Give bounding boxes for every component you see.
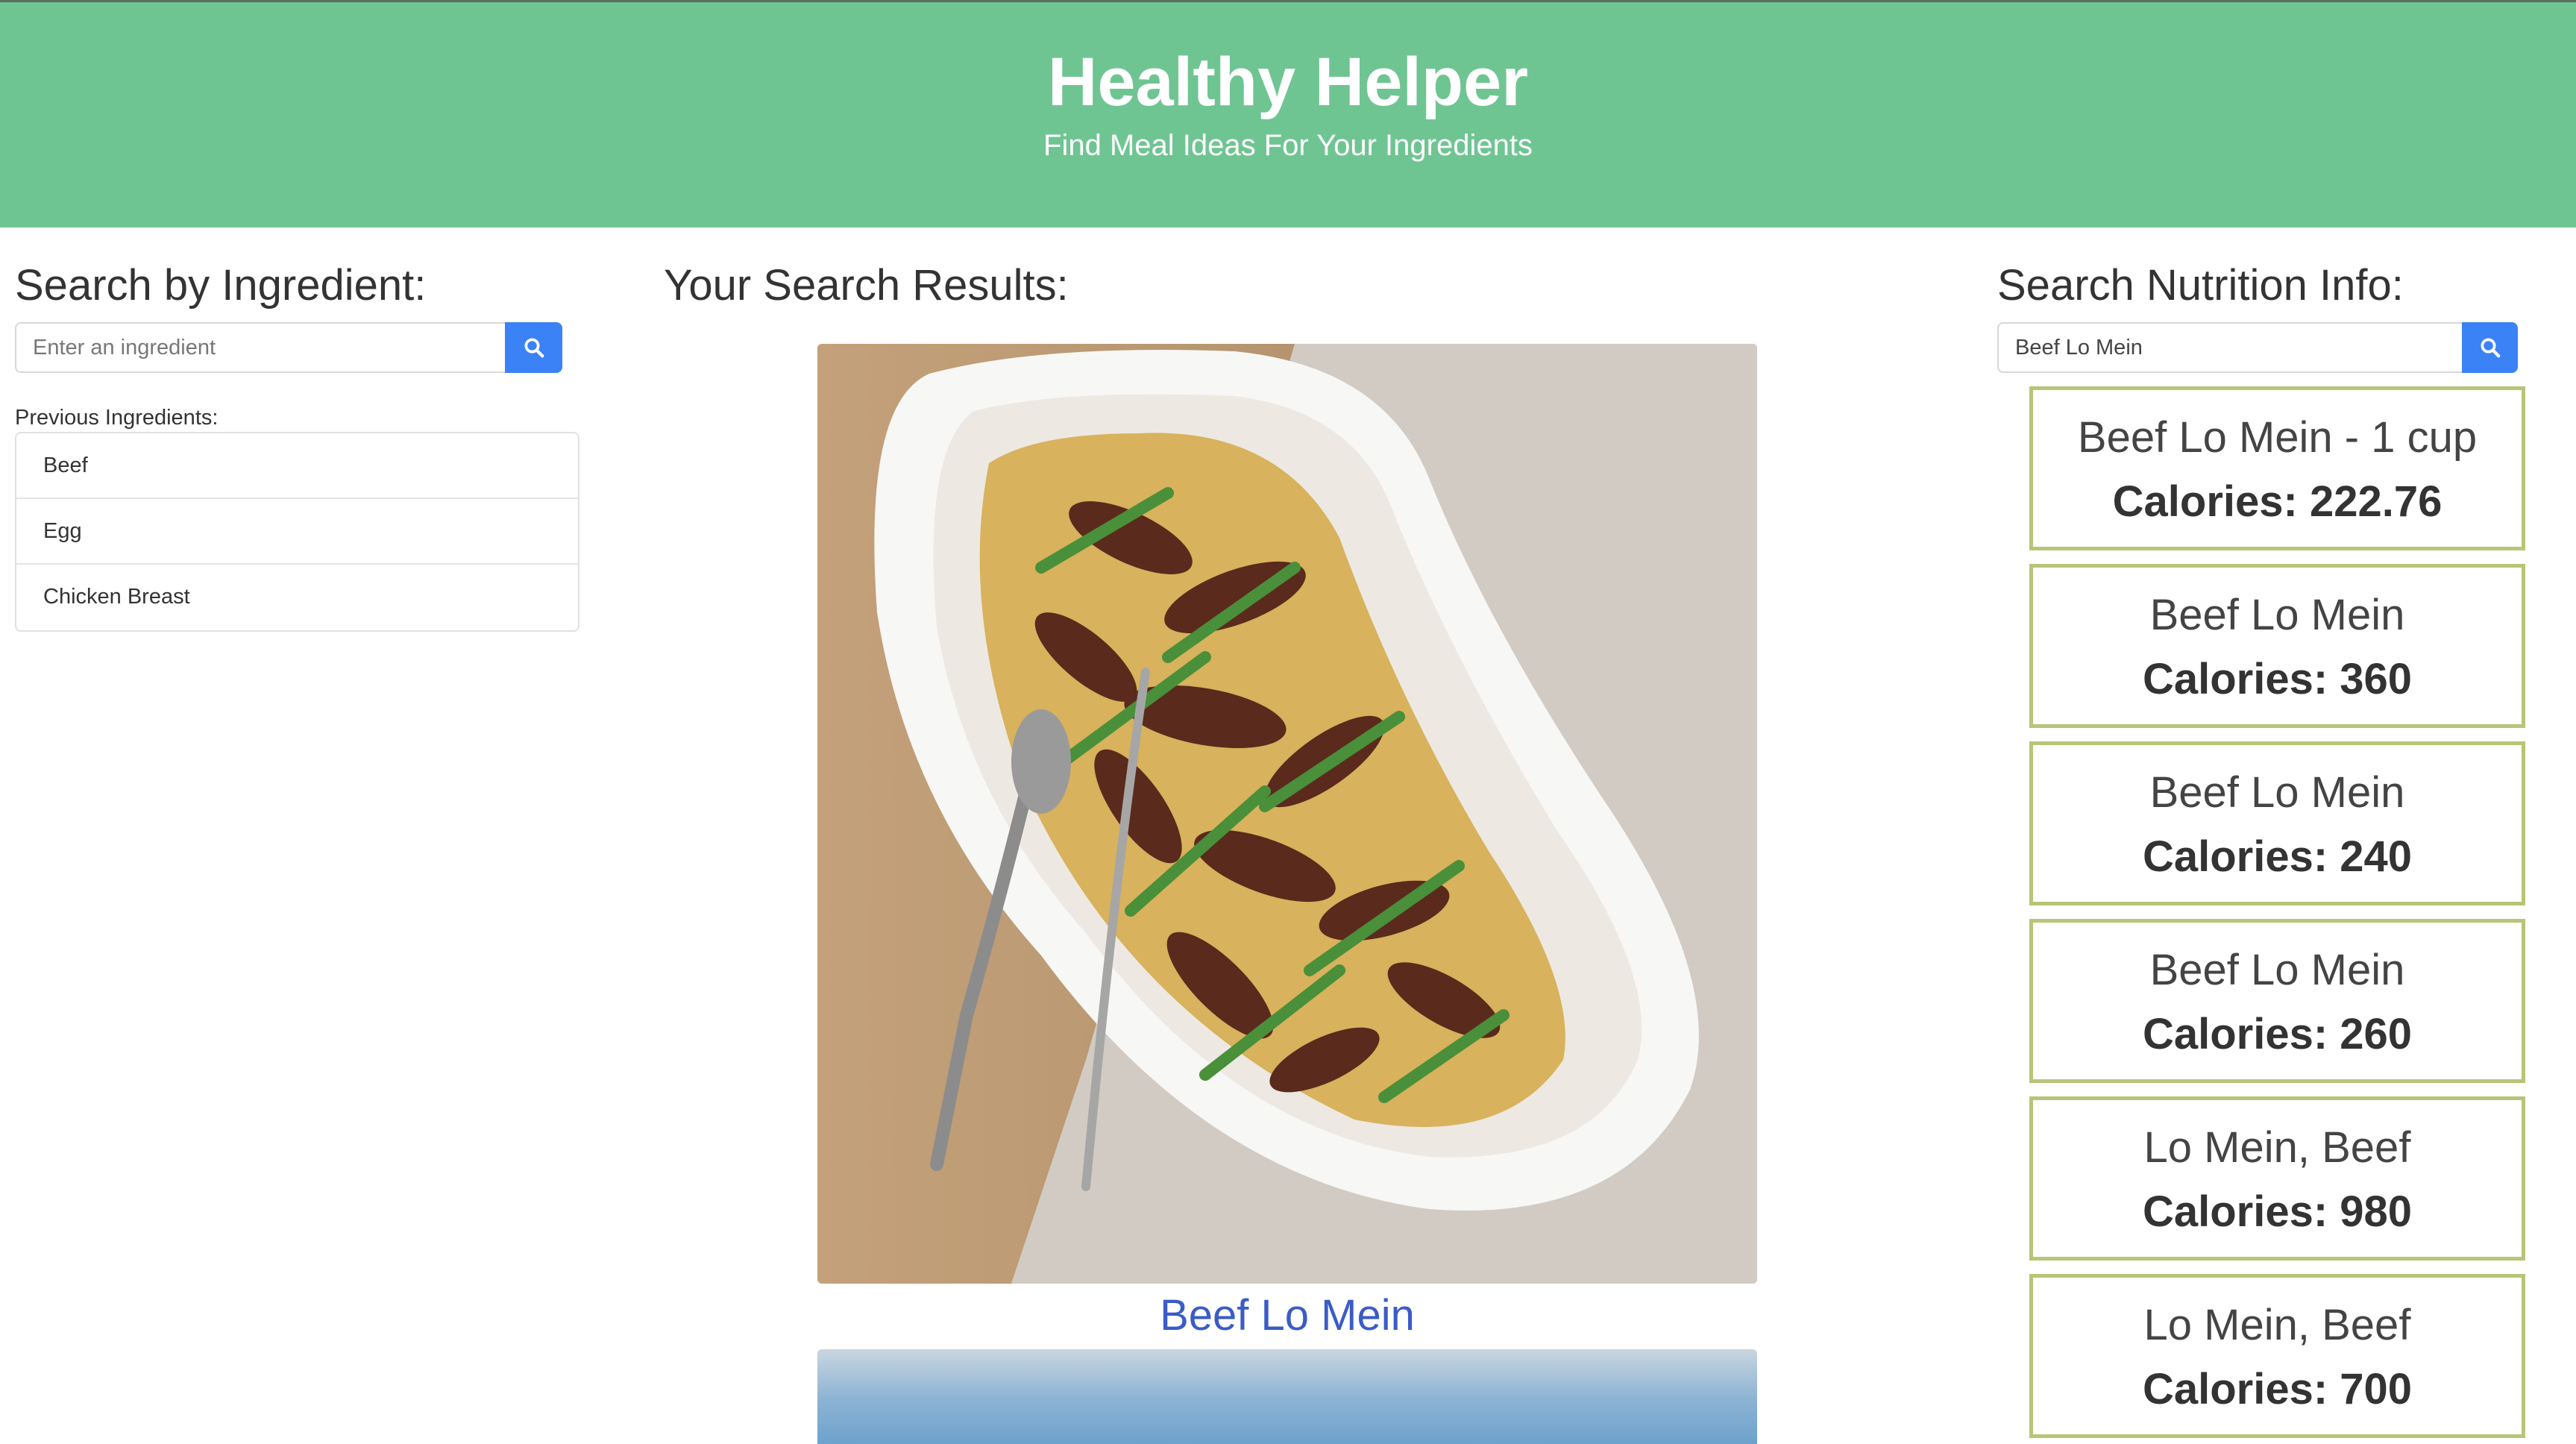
recipe-title-link[interactable]: Beef Lo Mein — [817, 1289, 1757, 1343]
nutrition-search-group — [1997, 322, 2518, 373]
search-icon — [2481, 338, 2500, 358]
site-subtitle: Find Meal Ideas For Your Ingredients — [1043, 129, 1533, 162]
site-header: Healthy Helper Find Meal Ideas For Your … — [0, 0, 2576, 227]
nutrition-search-heading: Search Nutrition Info: — [1997, 261, 2404, 310]
ingredient-search-heading: Search by Ingredient: — [15, 261, 427, 310]
recipe-photo[interactable] — [817, 344, 1757, 1284]
nutrition-calories: Calories: 700 — [2142, 1365, 2413, 1413]
nutrition-card: Lo Mein, Beef Calories: 700 — [2029, 1274, 2525, 1438]
nutrition-food-name: Beef Lo Mein — [2149, 591, 2405, 639]
nutrition-calories: Calories: 222.76 — [2112, 477, 2443, 526]
nutrition-food-name: Lo Mein, Beef — [2143, 1123, 2411, 1172]
nutrition-food-name: Beef Lo Mein - 1 cup — [2077, 413, 2478, 462]
ingredient-search-group — [15, 322, 562, 373]
nutrition-calories: Calories: 260 — [2142, 1010, 2413, 1058]
previous-ingredient-item[interactable]: Chicken Breast — [16, 565, 578, 630]
nutrition-card: Beef Lo Mein - 1 cup Calories: 222.76 — [2029, 386, 2525, 550]
nutrition-calories: Calories: 360 — [2142, 655, 2413, 703]
previous-ingredients-label: Previous Ingredients: — [15, 406, 219, 430]
search-results-heading: Your Search Results: — [664, 261, 1069, 310]
recipe-photo[interactable] — [817, 1349, 1757, 1444]
previous-ingredient-item[interactable]: Egg — [16, 499, 578, 565]
search-icon — [524, 338, 544, 358]
site-title: Healthy Helper — [1047, 44, 1529, 120]
nutrition-food-name: Beef Lo Mein — [2149, 946, 2405, 994]
nutrition-card: Beef Lo Mein Calories: 240 — [2029, 741, 2525, 905]
nutrition-food-name: Beef Lo Mein — [2149, 768, 2405, 817]
previous-ingredient-item[interactable]: Beef — [16, 433, 578, 499]
recipe-photo-image — [817, 344, 1757, 1284]
nutrition-card: Beef Lo Mein Calories: 360 — [2029, 564, 2525, 728]
nutrition-card: Lo Mein, Beef Calories: 980 — [2029, 1096, 2525, 1261]
ingredient-search-button[interactable] — [505, 322, 562, 373]
ingredient-search-input[interactable] — [15, 322, 505, 373]
nutrition-search-input[interactable] — [1997, 322, 2462, 373]
nutrition-card: Beef Lo Mein Calories: 260 — [2029, 919, 2525, 1083]
nutrition-calories: Calories: 240 — [2142, 832, 2413, 881]
previous-ingredients-list: Beef Egg Chicken Breast — [15, 432, 579, 632]
nutrition-calories: Calories: 980 — [2142, 1187, 2413, 1236]
nutrition-food-name: Lo Mein, Beef — [2143, 1301, 2411, 1349]
nutrition-search-button[interactable] — [2462, 322, 2518, 373]
